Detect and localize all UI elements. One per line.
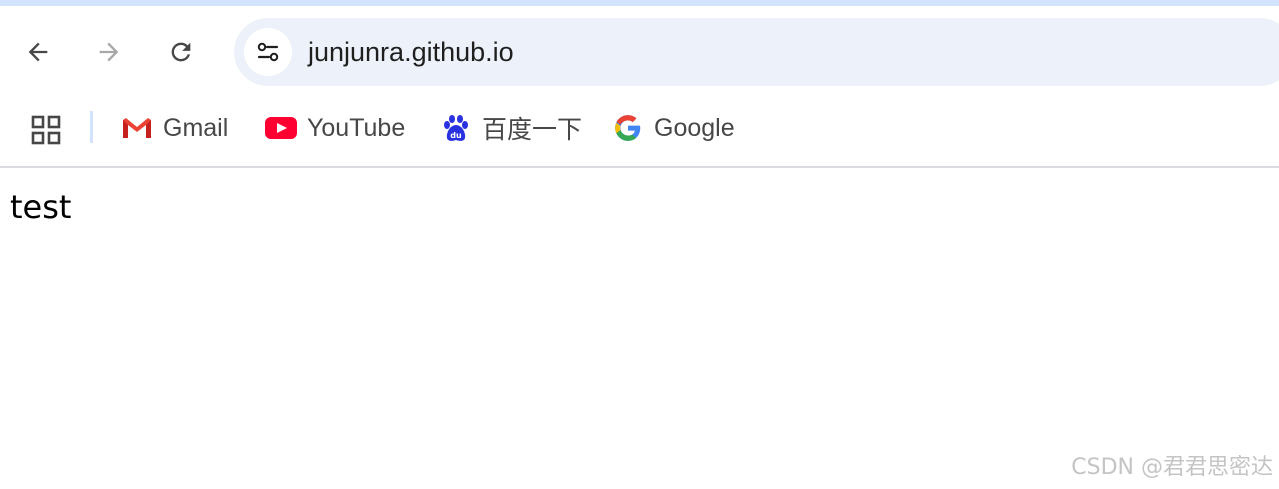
reload-button[interactable] xyxy=(161,32,201,72)
page-text: test xyxy=(10,188,72,226)
arrow-right-icon xyxy=(99,42,119,62)
bookmarks-separator xyxy=(90,111,93,143)
apps-button[interactable] xyxy=(26,110,66,150)
watermark: CSDN @君君思密达 xyxy=(1071,455,1273,480)
bookmark-label: YouTube xyxy=(307,113,406,142)
bookmark-label: 百度一下 xyxy=(482,116,583,144)
bookmark-label: Google xyxy=(654,113,735,142)
reload-icon xyxy=(171,42,191,62)
arrow-left-icon xyxy=(28,42,48,62)
page-content: test CSDN @君君思密达 xyxy=(0,168,1279,489)
back-button[interactable] xyxy=(18,32,58,72)
apps-grid-icon xyxy=(31,115,61,145)
bookmark-google[interactable]: Google xyxy=(611,108,735,148)
bookmarks-bar: Gmail YouTube du 百度一下 Google xyxy=(0,94,1279,166)
site-info-button[interactable] xyxy=(244,28,292,76)
bookmark-baidu[interactable]: du 百度一下 xyxy=(439,108,582,148)
address-bar[interactable]: junjunra.github.io xyxy=(234,18,1279,86)
browser-toolbar: junjunra.github.io xyxy=(0,6,1279,94)
bookmark-label: Gmail xyxy=(163,113,229,142)
baidu-icon: du xyxy=(439,111,473,145)
url-text[interactable]: junjunra.github.io xyxy=(308,35,514,69)
bookmark-gmail[interactable]: Gmail xyxy=(120,108,228,148)
gmail-icon xyxy=(120,111,154,145)
svg-text:du: du xyxy=(450,131,462,140)
tune-icon xyxy=(257,42,279,62)
forward-button[interactable] xyxy=(89,32,129,72)
bookmark-youtube[interactable]: YouTube xyxy=(264,108,405,148)
google-icon xyxy=(611,111,645,145)
youtube-icon xyxy=(264,111,298,145)
